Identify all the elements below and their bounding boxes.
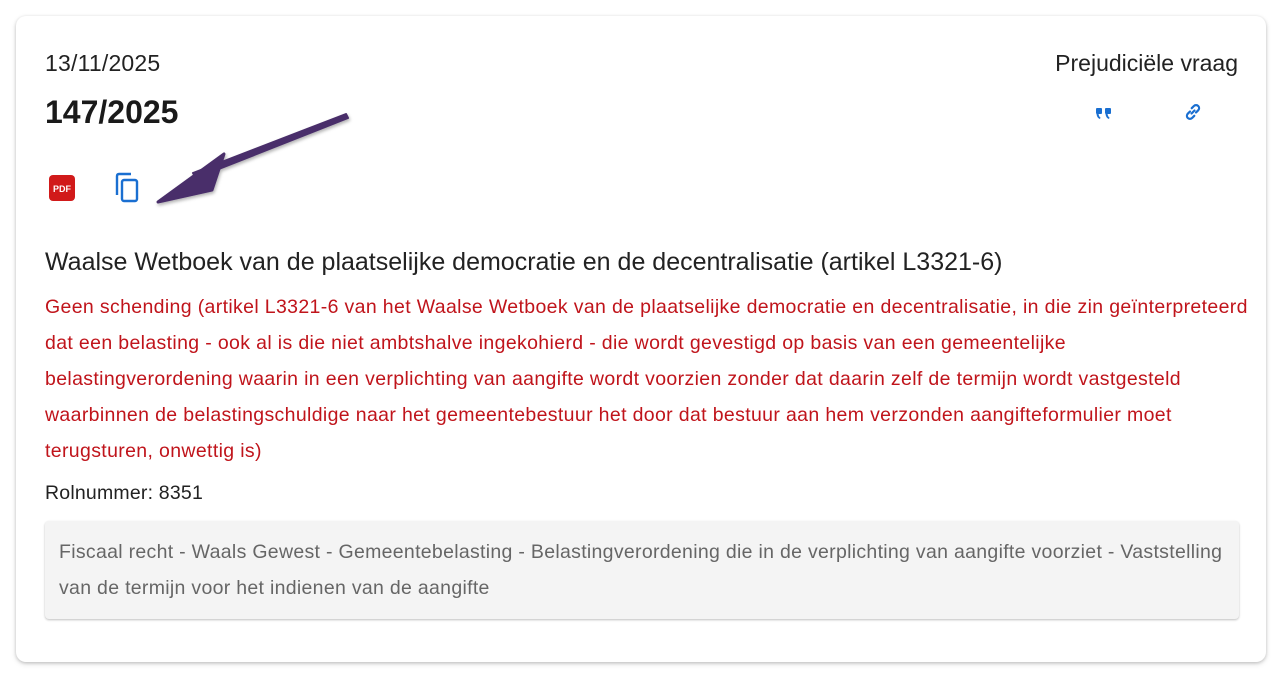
rolnummer: Rolnummer: 8351 xyxy=(45,482,203,504)
quote-icon[interactable] xyxy=(1094,102,1114,122)
ruling-type: Prejudiciële vraag xyxy=(1055,50,1238,76)
ruling-title: Waalse Wetboek van de plaatselijke democ… xyxy=(45,248,1003,276)
ruling-number: 147/2025 xyxy=(45,94,179,130)
ruling-summary: Geen schending (artikel L3321-6 van het … xyxy=(45,296,1248,462)
ruling-card: 13/11/2025 Prejudiciële vraag 147/2025 P xyxy=(16,16,1266,662)
ruling-date: 13/11/2025 xyxy=(45,50,161,76)
keywords-box: Fiscaal recht - Waals Gewest - Gemeenteb… xyxy=(45,521,1239,619)
copy-icon[interactable] xyxy=(112,171,142,205)
link-icon[interactable] xyxy=(1182,101,1204,123)
pdf-icon-label: PDF xyxy=(53,184,72,194)
pdf-icon[interactable]: PDF xyxy=(49,175,75,201)
